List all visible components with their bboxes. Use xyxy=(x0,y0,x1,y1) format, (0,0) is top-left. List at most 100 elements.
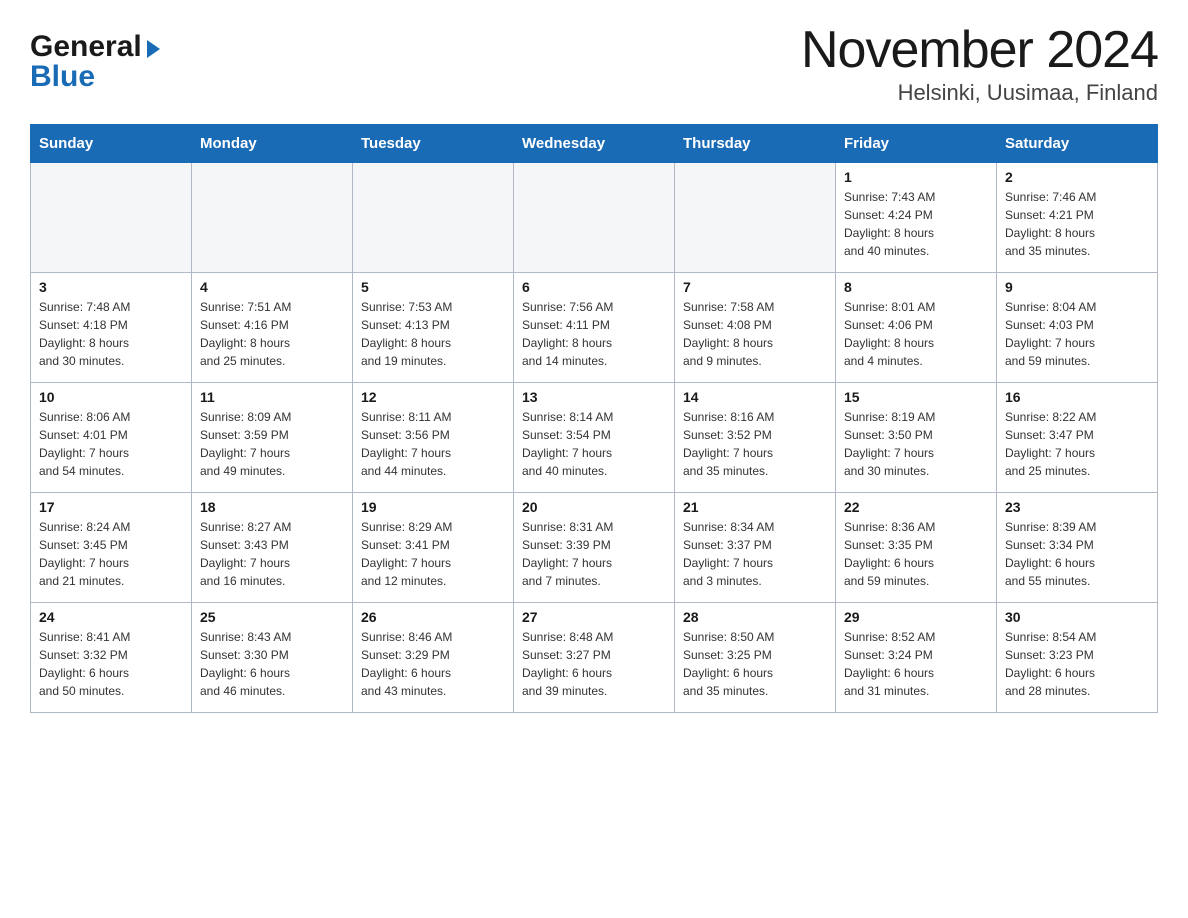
calendar-cell: 9 Sunrise: 8:04 AMSunset: 4:03 PMDaylight… xyxy=(997,273,1158,383)
calendar-cell: 19 Sunrise: 8:29 AMSunset: 3:41 PMDayligh… xyxy=(353,493,514,603)
calendar-cell xyxy=(192,163,353,273)
calendar-cell: 14 Sunrise: 8:16 AMSunset: 3:52 PMDayligh… xyxy=(675,383,836,493)
calendar-cell: 27Sunrise: 8:48 AMSunset: 3:27 PMDayligh… xyxy=(514,603,675,713)
logo: General Blue xyxy=(30,20,160,104)
day-number: 7 xyxy=(683,279,827,295)
calendar-cell xyxy=(675,163,836,273)
day-info: Sunrise: 8:50 AMSunset: 3:25 PMDaylight:… xyxy=(683,628,827,700)
day-info: Sunrise: 8:39 AMSunset: 3:34 PMDaylight:… xyxy=(1005,518,1149,590)
title-block: November 2024 Helsinki, Uusimaa, Finland xyxy=(801,20,1158,106)
day-info: Sunrise: 8:52 AMSunset: 3:24 PMDaylight:… xyxy=(844,628,988,700)
day-info: Sunrise: 7:48 AMSunset: 4:18 PMDaylight:… xyxy=(39,298,183,370)
calendar-week-row: 1 Sunrise: 7:43 AMSunset: 4:24 PMDaylight… xyxy=(31,163,1158,273)
calendar-cell: 10 Sunrise: 8:06 AMSunset: 4:01 PMDayligh… xyxy=(31,383,192,493)
calendar-week-row: 24 Sunrise: 8:41 AMSunset: 3:32 PMDayligh… xyxy=(31,603,1158,713)
calendar-cell: 3Sunrise: 7:48 AMSunset: 4:18 PMDaylight… xyxy=(31,273,192,383)
day-info: Sunrise: 8:24 AMSunset: 3:45 PMDaylight:… xyxy=(39,518,183,590)
logo-general: General xyxy=(30,30,142,64)
calendar-cell: 11 Sunrise: 8:09 AMSunset: 3:59 PMDayligh… xyxy=(192,383,353,493)
day-info: Sunrise: 8:04 AMSunset: 4:03 PMDaylight:… xyxy=(1005,298,1149,370)
day-info: Sunrise: 8:36 AMSunset: 3:35 PMDaylight:… xyxy=(844,518,988,590)
header-monday: Monday xyxy=(192,125,353,163)
calendar-cell: 21Sunrise: 8:34 AMSunset: 3:37 PMDayligh… xyxy=(675,493,836,603)
location-title: Helsinki, Uusimaa, Finland xyxy=(801,80,1158,106)
day-number: 13 xyxy=(522,389,666,405)
calendar-week-row: 17 Sunrise: 8:24 AMSunset: 3:45 PMDayligh… xyxy=(31,493,1158,603)
calendar-cell: 4Sunrise: 7:51 AMSunset: 4:16 PMDaylight… xyxy=(192,273,353,383)
day-number: 15 xyxy=(844,389,988,405)
day-info: Sunrise: 8:41 AMSunset: 3:32 PMDaylight:… xyxy=(39,628,183,700)
day-info: Sunrise: 8:11 AMSunset: 3:56 PMDaylight:… xyxy=(361,408,505,480)
day-number: 11 xyxy=(200,389,344,405)
header-sunday: Sunday xyxy=(31,125,192,163)
day-number: 16 xyxy=(1005,389,1149,405)
day-info: Sunrise: 8:29 AMSunset: 3:41 PMDaylight:… xyxy=(361,518,505,590)
calendar-cell: 22 Sunrise: 8:36 AMSunset: 3:35 PMDayligh… xyxy=(836,493,997,603)
day-info: Sunrise: 8:14 AMSunset: 3:54 PMDaylight:… xyxy=(522,408,666,480)
day-number: 17 xyxy=(39,499,183,515)
calendar-cell: 7 Sunrise: 7:58 AMSunset: 4:08 PMDaylight… xyxy=(675,273,836,383)
day-number: 24 xyxy=(39,609,183,625)
calendar-cell: 1 Sunrise: 7:43 AMSunset: 4:24 PMDaylight… xyxy=(836,163,997,273)
day-info: Sunrise: 7:56 AMSunset: 4:11 PMDaylight:… xyxy=(522,298,666,370)
day-info: Sunrise: 8:34 AMSunset: 3:37 PMDaylight:… xyxy=(683,518,827,590)
day-number: 19 xyxy=(361,499,505,515)
day-info: Sunrise: 7:46 AMSunset: 4:21 PMDaylight:… xyxy=(1005,188,1149,260)
day-number: 26 xyxy=(361,609,505,625)
day-info: Sunrise: 8:43 AMSunset: 3:30 PMDaylight:… xyxy=(200,628,344,700)
month-title: November 2024 xyxy=(801,20,1158,80)
day-info: Sunrise: 7:53 AMSunset: 4:13 PMDaylight:… xyxy=(361,298,505,370)
day-info: Sunrise: 8:46 AMSunset: 3:29 PMDaylight:… xyxy=(361,628,505,700)
calendar-cell: 25 Sunrise: 8:43 AMSunset: 3:30 PMDayligh… xyxy=(192,603,353,713)
weekday-header-row: Sunday Monday Tuesday Wednesday Thursday… xyxy=(31,125,1158,163)
calendar-cell xyxy=(514,163,675,273)
day-info: Sunrise: 8:27 AMSunset: 3:43 PMDaylight:… xyxy=(200,518,344,590)
day-number: 2 xyxy=(1005,169,1149,185)
day-number: 28 xyxy=(683,609,827,625)
day-number: 1 xyxy=(844,169,988,185)
calendar-table: Sunday Monday Tuesday Wednesday Thursday… xyxy=(30,124,1158,713)
day-info: Sunrise: 8:09 AMSunset: 3:59 PMDaylight:… xyxy=(200,408,344,480)
day-info: Sunrise: 8:31 AMSunset: 3:39 PMDaylight:… xyxy=(522,518,666,590)
calendar-cell: 29 Sunrise: 8:52 AMSunset: 3:24 PMDayligh… xyxy=(836,603,997,713)
header-saturday: Saturday xyxy=(997,125,1158,163)
day-info: Sunrise: 8:06 AMSunset: 4:01 PMDaylight:… xyxy=(39,408,183,480)
day-number: 8 xyxy=(844,279,988,295)
day-number: 10 xyxy=(39,389,183,405)
day-number: 20 xyxy=(522,499,666,515)
day-number: 12 xyxy=(361,389,505,405)
calendar-cell: 24 Sunrise: 8:41 AMSunset: 3:32 PMDayligh… xyxy=(31,603,192,713)
day-info: Sunrise: 7:43 AMSunset: 4:24 PMDaylight:… xyxy=(844,188,988,260)
calendar-week-row: 10 Sunrise: 8:06 AMSunset: 4:01 PMDayligh… xyxy=(31,383,1158,493)
day-number: 22 xyxy=(844,499,988,515)
day-number: 29 xyxy=(844,609,988,625)
day-number: 9 xyxy=(1005,279,1149,295)
day-info: Sunrise: 8:22 AMSunset: 3:47 PMDaylight:… xyxy=(1005,408,1149,480)
day-info: Sunrise: 7:58 AMSunset: 4:08 PMDaylight:… xyxy=(683,298,827,370)
header-friday: Friday xyxy=(836,125,997,163)
day-number: 23 xyxy=(1005,499,1149,515)
day-number: 6 xyxy=(522,279,666,295)
day-info: Sunrise: 7:51 AMSunset: 4:16 PMDaylight:… xyxy=(200,298,344,370)
day-number: 5 xyxy=(361,279,505,295)
day-number: 14 xyxy=(683,389,827,405)
day-info: Sunrise: 8:48 AMSunset: 3:27 PMDaylight:… xyxy=(522,628,666,700)
calendar-cell: 17 Sunrise: 8:24 AMSunset: 3:45 PMDayligh… xyxy=(31,493,192,603)
calendar-cell: 23 Sunrise: 8:39 AMSunset: 3:34 PMDayligh… xyxy=(997,493,1158,603)
calendar-cell: 20 Sunrise: 8:31 AMSunset: 3:39 PMDayligh… xyxy=(514,493,675,603)
calendar-cell: 6 Sunrise: 7:56 AMSunset: 4:11 PMDaylight… xyxy=(514,273,675,383)
day-info: Sunrise: 8:19 AMSunset: 3:50 PMDaylight:… xyxy=(844,408,988,480)
logo-blue: Blue xyxy=(30,60,95,93)
calendar-cell: 2 Sunrise: 7:46 AMSunset: 4:21 PMDaylight… xyxy=(997,163,1158,273)
day-number: 25 xyxy=(200,609,344,625)
day-info: Sunrise: 8:16 AMSunset: 3:52 PMDaylight:… xyxy=(683,408,827,480)
calendar-cell xyxy=(31,163,192,273)
calendar-cell: 8Sunrise: 8:01 AMSunset: 4:06 PMDaylight… xyxy=(836,273,997,383)
page-header: General Blue November 2024 Helsinki, Uus… xyxy=(30,20,1158,106)
calendar-cell: 18Sunrise: 8:27 AMSunset: 3:43 PMDayligh… xyxy=(192,493,353,603)
calendar-cell: 30Sunrise: 8:54 AMSunset: 3:23 PMDayligh… xyxy=(997,603,1158,713)
calendar-cell: 28 Sunrise: 8:50 AMSunset: 3:25 PMDayligh… xyxy=(675,603,836,713)
day-number: 30 xyxy=(1005,609,1149,625)
header-wednesday: Wednesday xyxy=(514,125,675,163)
calendar-cell: 12 Sunrise: 8:11 AMSunset: 3:56 PMDayligh… xyxy=(353,383,514,493)
